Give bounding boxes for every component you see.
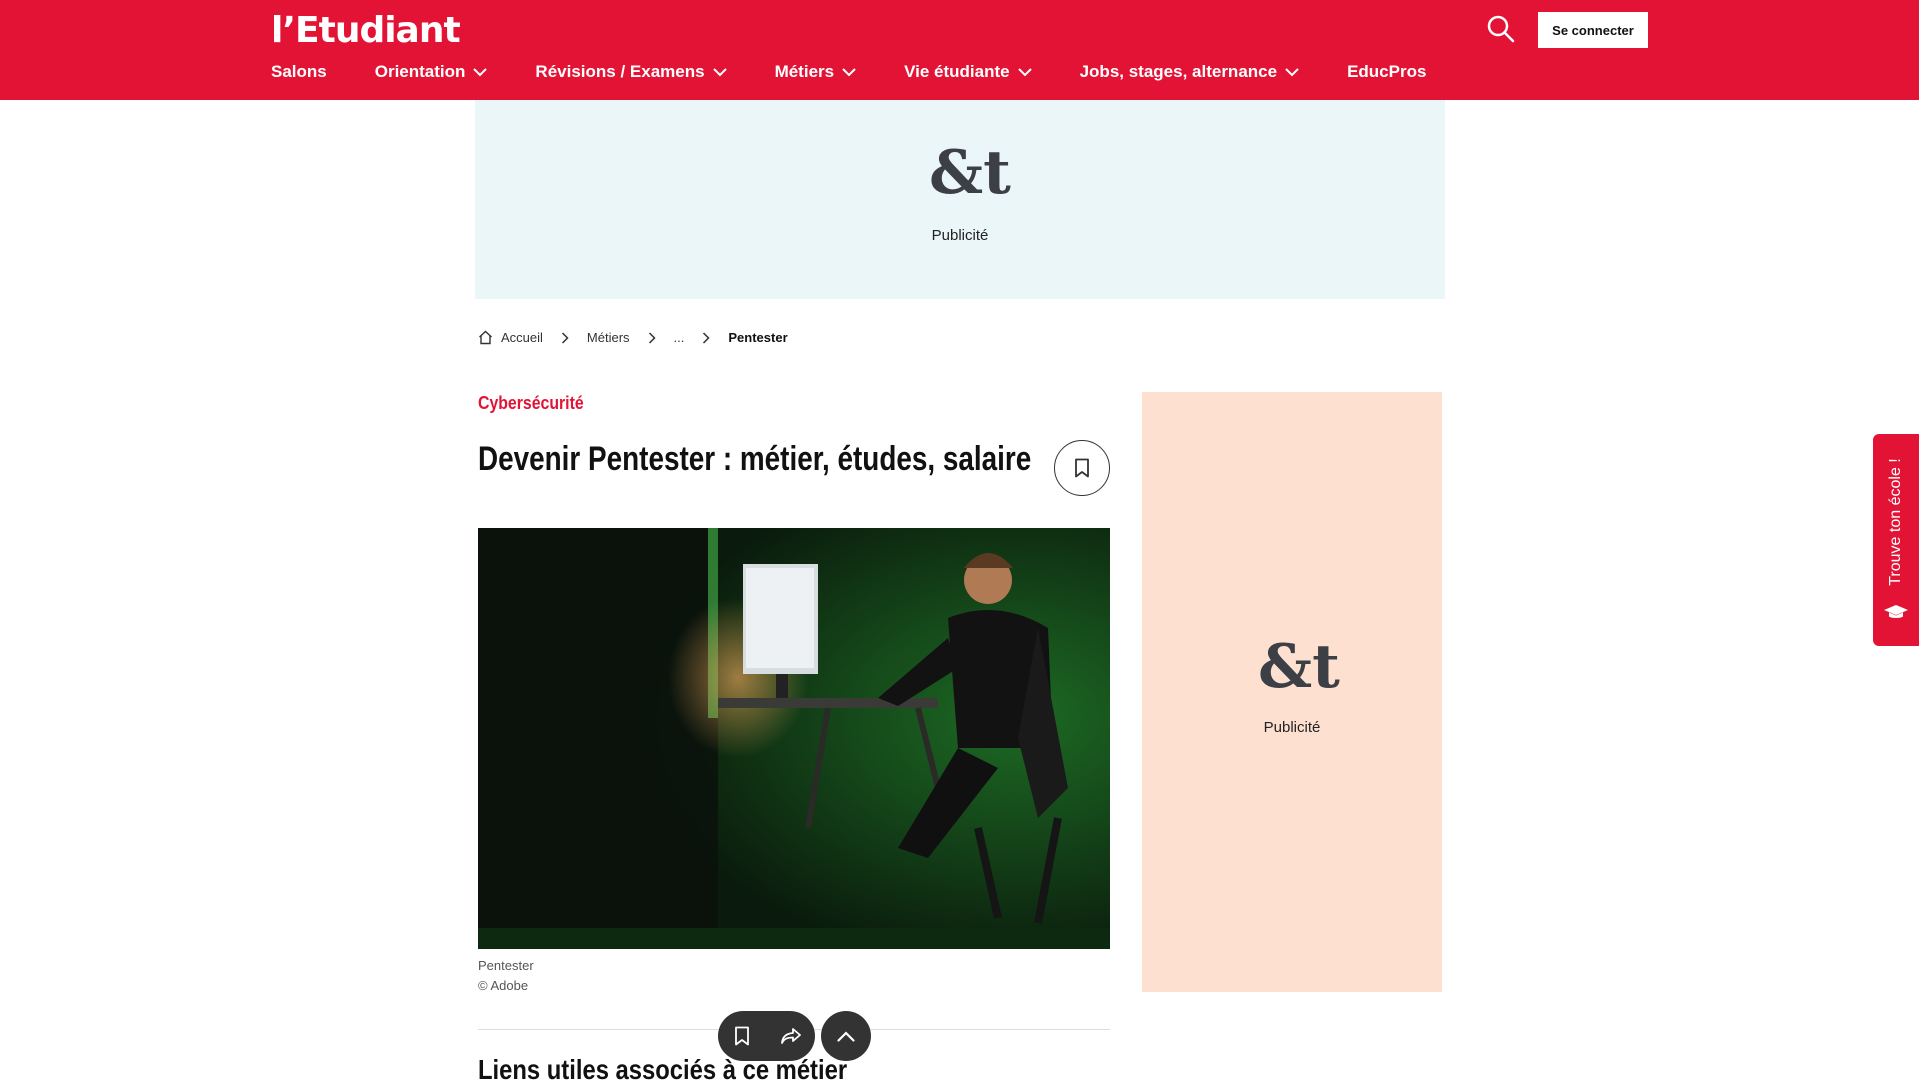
login-button[interactable]: Se connecter: [1538, 12, 1648, 48]
nav-item-salons[interactable]: Salons: [271, 62, 327, 82]
nav-item-metiers[interactable]: Métiers: [775, 62, 857, 82]
nav-item-vie-etudiante[interactable]: Vie étudiante: [904, 62, 1032, 82]
chevron-down-icon: [473, 67, 488, 76]
search-button[interactable]: [1486, 14, 1516, 44]
site-logo[interactable]: l’Etudiant: [271, 10, 461, 51]
chevron-right-icon: [702, 331, 710, 344]
arrow-up-icon: [837, 1030, 855, 1042]
nav-item-educpros[interactable]: EducPros: [1347, 62, 1426, 82]
chevron-right-icon: [648, 331, 656, 344]
nav-item-label: EducPros: [1347, 62, 1427, 81]
nav-item-orientation[interactable]: Orientation: [375, 62, 488, 82]
ad-label: Publicité: [1263, 719, 1321, 736]
chevron-down-icon: [712, 67, 727, 76]
nav-item-label: Salons: [271, 62, 327, 81]
photo-caption-text: Pentester: [478, 958, 534, 973]
nav-item-label: Orientation: [374, 62, 466, 81]
find-school-tab[interactable]: Trouve ton école !: [1873, 434, 1919, 646]
floating-bookmark-button[interactable]: [722, 1016, 762, 1056]
breadcrumb: Accueil Métiers ... Pentester: [478, 330, 788, 345]
nav-item-label: Vie étudiante: [904, 62, 1010, 81]
breadcrumb-home[interactable]: Accueil: [478, 330, 543, 345]
chevron-down-icon: [1285, 67, 1299, 76]
main-nav: Salons Orientation Révisions / Examens M…: [271, 62, 1474, 82]
article-photo: [478, 528, 1110, 949]
home-icon: [479, 330, 492, 345]
ad-banner-top[interactable]: &t Publicité: [475, 100, 1445, 299]
bookmark-icon: [735, 1026, 750, 1046]
scroll-to-top-button[interactable]: [821, 1011, 871, 1061]
nav-item-revisions[interactable]: Révisions / Examens: [535, 62, 727, 82]
article-title: Devenir Pentester : métier, études, sala…: [478, 440, 1032, 478]
nav-item-label: Révisions / Examens: [535, 62, 705, 81]
chevron-right-icon: [561, 331, 569, 344]
article-category[interactable]: Cybersécurité: [478, 393, 584, 414]
find-school-label: Trouve ton école !: [1887, 458, 1904, 586]
site-header: l’Etudiant Salons Orientation Révisions …: [0, 0, 1919, 100]
ad-side-panel[interactable]: &t Publicité: [1142, 392, 1442, 992]
breadcrumb-home-label: Accueil: [501, 330, 543, 345]
photo-caption: Pentester © Adobe: [478, 956, 534, 996]
ad-logo: &t: [1258, 632, 1340, 702]
save-article-button[interactable]: [1054, 440, 1110, 496]
nav-item-label: Métiers: [774, 62, 835, 81]
breadcrumb-current: Pentester: [728, 330, 788, 345]
floating-share-button[interactable]: [771, 1016, 811, 1056]
floating-action-bar: [718, 1011, 815, 1061]
chevron-down-icon: [842, 67, 856, 76]
breadcrumb-metiers[interactable]: Métiers: [587, 330, 630, 345]
nav-item-label: Jobs, stages, alternance: [1079, 62, 1278, 81]
nav-item-jobs[interactable]: Jobs, stages, alternance: [1080, 62, 1299, 82]
share-icon: [780, 1028, 801, 1044]
chevron-down-icon: [1017, 67, 1032, 76]
ad-label: Publicité: [931, 227, 989, 244]
breadcrumb-ellipsis[interactable]: ...: [674, 330, 685, 345]
photo-credit: © Adobe: [478, 978, 529, 993]
graduation-cap-icon: [1884, 605, 1908, 618]
search-icon: [1487, 15, 1515, 43]
ad-logo: &t: [929, 138, 1011, 208]
bookmark-icon: [1075, 458, 1089, 478]
